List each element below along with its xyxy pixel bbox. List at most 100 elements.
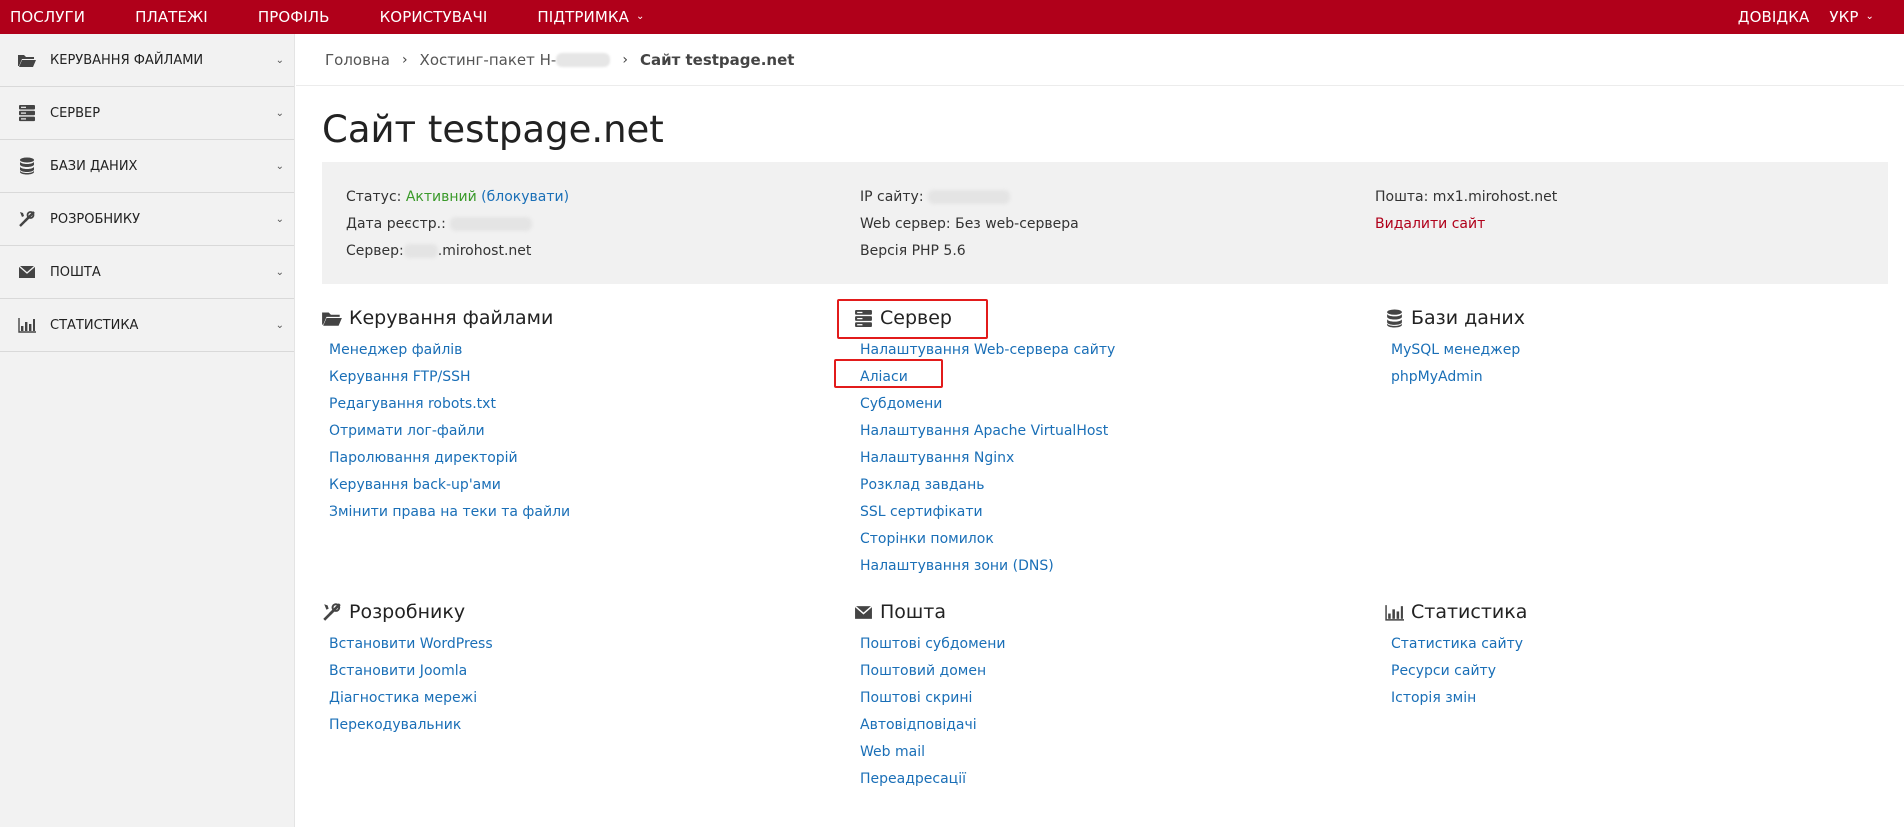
info-column-right: Пошта: mx1.mirohost.net Видалити сайт: [1375, 184, 1557, 238]
link-subdomains[interactable]: Субдомени: [860, 391, 1115, 418]
sidebar-item-label: Сервер: [50, 105, 101, 121]
server-row: Сервер: .mirohost.net: [346, 238, 569, 265]
sidebar-item-server[interactable]: Сервер ⌄: [0, 87, 294, 140]
reg-date-row: Дата реєстр.:: [346, 211, 569, 238]
chevron-down-icon: ⌄: [275, 55, 284, 67]
language-selector[interactable]: УКР ⌄: [1819, 0, 1884, 34]
bar-chart-icon: [16, 316, 38, 334]
folder-open-icon: [321, 308, 343, 328]
sidebar-item-mail[interactable]: Пошта ⌄: [0, 246, 294, 299]
section-server: Сервер Налаштування Web-сервера сайту Ал…: [852, 305, 1115, 580]
info-column-middle: IP сайту: Web сервер: Без web-сервера Ве…: [860, 184, 1079, 265]
link-list: Поштові субдомени Поштовий домен Поштові…: [860, 631, 1006, 793]
section-databases: Бази даних MySQL менеджер phpMyAdmin: [1383, 305, 1525, 391]
tools-icon: [321, 602, 343, 622]
sidebar-item-stats[interactable]: Статистика ⌄: [0, 299, 294, 352]
section-title-label: Бази даних: [1411, 307, 1525, 329]
link-mailboxes[interactable]: Поштові скрині: [860, 685, 1006, 712]
link-autoresponders[interactable]: Автовідповідачі: [860, 712, 1006, 739]
link-mail-domain[interactable]: Поштовий домен: [860, 658, 1006, 685]
link-site-stats[interactable]: Статистика сайту: [1391, 631, 1527, 658]
link-encoder[interactable]: Перекодувальник: [329, 712, 493, 739]
link-forwarding[interactable]: Переадресації: [860, 766, 1006, 793]
link-robots-txt[interactable]: Редагування robots.txt: [329, 391, 570, 418]
breadcrumb-package[interactable]: Хостинг-пакет Н-: [420, 51, 611, 69]
link-file-manager[interactable]: Менеджер файлів: [329, 337, 570, 364]
nav-services[interactable]: ПОСЛУГИ: [0, 0, 95, 34]
sidebar-item-label: Бази даних: [50, 158, 138, 174]
link-error-pages[interactable]: Сторінки помилок: [860, 526, 1115, 553]
server-value: .mirohost.net: [437, 243, 532, 259]
link-dir-passwords[interactable]: Паролювання директорій: [329, 445, 570, 472]
main-content: Головна › Хостинг-пакет Н- › Сайт testpa…: [296, 34, 1904, 827]
redacted-text: [928, 190, 1011, 204]
chevron-right-icon: ›: [622, 51, 628, 68]
link-ssl[interactable]: SSL сертифікати: [860, 499, 1115, 526]
link-mysql-manager[interactable]: MySQL менеджер: [1391, 337, 1525, 364]
nav-support[interactable]: ПІДТРИМКА ⌄: [527, 0, 654, 34]
sidebar-item-label: Розробнику: [50, 211, 141, 227]
section-title: Статистика: [1383, 599, 1527, 625]
main-nav: ПОСЛУГИ ПЛАТЕЖІ ПРОФІЛЬ КОРИСТУВАЧІ ПІДТ…: [0, 0, 685, 34]
link-phpmyadmin[interactable]: phpMyAdmin: [1391, 364, 1525, 391]
nav-users[interactable]: КОРИСТУВАЧІ: [370, 0, 498, 34]
link-site-resources[interactable]: Ресурси сайту: [1391, 658, 1527, 685]
chevron-down-icon: ⌄: [275, 267, 284, 279]
site-info-panel: Статус: Активний (блокувати) Дата реєстр…: [322, 162, 1888, 284]
section-title-label: Пошта: [880, 601, 947, 623]
nav-support-label: ПІДТРИМКА: [537, 8, 630, 26]
chevron-down-icon: ⌄: [275, 161, 284, 173]
link-list: Менеджер файлів Керування FTP/SSH Редагу…: [329, 337, 570, 526]
link-apache-vhost[interactable]: Налаштування Apache VirtualHost: [860, 418, 1115, 445]
ip-row: IP сайту:: [860, 184, 1079, 211]
chevron-down-icon: ⌄: [1865, 10, 1874, 22]
section-title-label: Статистика: [1411, 601, 1528, 623]
block-site-link[interactable]: (блокувати): [481, 189, 569, 205]
mail-row: Пошта: mx1.mirohost.net: [1375, 189, 1558, 205]
section-file-management: Керування файлами Менеджер файлів Керува…: [321, 305, 570, 526]
link-backups[interactable]: Керування back-up'ами: [329, 472, 570, 499]
chevron-down-icon: ⌄: [275, 214, 284, 226]
link-network-diagnostics[interactable]: Діагностика мережі: [329, 685, 493, 712]
bar-chart-icon: [1383, 602, 1405, 622]
php-version-row: Версія PHP 5.6: [860, 243, 966, 259]
link-install-joomla[interactable]: Встановити Joomla: [329, 658, 493, 685]
nav-users-label: КОРИСТУВАЧІ: [379, 8, 488, 26]
delete-site-link[interactable]: Видалити сайт: [1375, 211, 1557, 238]
nav-help[interactable]: ДОВІДКА: [1728, 0, 1820, 34]
webserver-row: Web сервер: Без web-сервера: [860, 216, 1079, 232]
link-mail-subdomains[interactable]: Поштові субдомени: [860, 631, 1006, 658]
nav-services-label: ПОСЛУГИ: [10, 8, 86, 26]
sidebar-item-files[interactable]: Керування файлами ⌄: [0, 34, 294, 87]
sidebar-item-databases[interactable]: Бази даних ⌄: [0, 140, 294, 193]
info-column-left: Статус: Активний (блокувати) Дата реєстр…: [346, 184, 569, 265]
link-log-files[interactable]: Отримати лог-файли: [329, 418, 570, 445]
link-nginx[interactable]: Налаштування Nginx: [860, 445, 1115, 472]
link-install-wordpress[interactable]: Встановити WordPress: [329, 631, 493, 658]
sidebar-item-developer[interactable]: Розробнику ⌄: [0, 193, 294, 246]
nav-payments[interactable]: ПЛАТЕЖІ: [125, 0, 218, 34]
link-change-history[interactable]: Історія змін: [1391, 685, 1527, 712]
link-cron[interactable]: Розклад завдань: [860, 472, 1115, 499]
database-icon: [1383, 308, 1405, 328]
redacted-text: [556, 53, 611, 67]
link-list: Статистика сайту Ресурси сайту Історія з…: [1391, 631, 1527, 712]
section-developer: Розробнику Встановити WordPress Встанови…: [321, 599, 493, 739]
link-list: Встановити WordPress Встановити Joomla Д…: [329, 631, 493, 739]
nav-profile[interactable]: ПРОФІЛЬ: [248, 0, 340, 34]
link-permissions[interactable]: Змінити права на теки та файли: [329, 499, 570, 526]
database-icon: [16, 157, 38, 175]
section-title: Розробнику: [321, 599, 493, 625]
chevron-right-icon: ›: [401, 51, 408, 68]
section-title: Пошта: [852, 599, 1006, 625]
link-ftp-ssh[interactable]: Керування FTP/SSH: [329, 364, 570, 391]
chevron-down-icon: ⌄: [275, 320, 284, 332]
breadcrumb-home[interactable]: Головна: [325, 51, 390, 69]
top-navbar: ПОСЛУГИ ПЛАТЕЖІ ПРОФІЛЬ КОРИСТУВАЧІ ПІДТ…: [0, 0, 1904, 34]
section-title: Керування файлами: [321, 305, 570, 331]
nav-profile-label: ПРОФІЛЬ: [257, 8, 330, 26]
status-row: Статус: Активний (блокувати): [346, 184, 569, 211]
link-dns-zone[interactable]: Налаштування зони (DNS): [860, 553, 1115, 580]
redacted-text: [403, 244, 438, 258]
link-webmail[interactable]: Web mail: [860, 739, 1006, 766]
